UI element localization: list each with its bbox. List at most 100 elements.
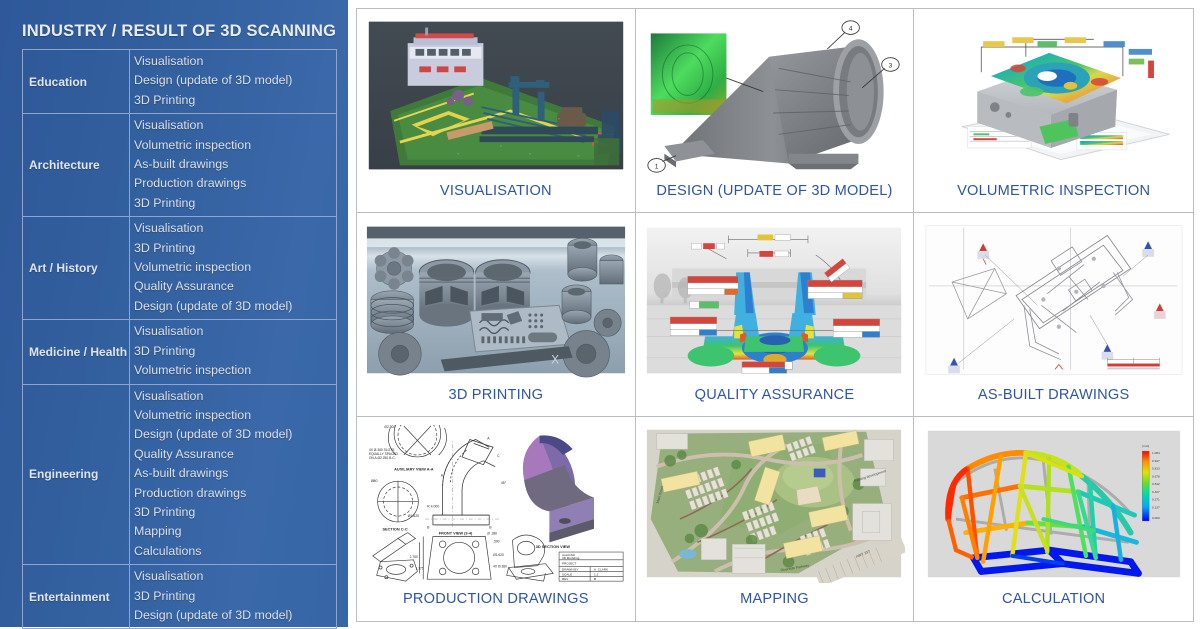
printed-parts-tray-photo: X [361,219,631,380]
svg-text:4X Ø.380: 4X Ø.380 [493,564,507,568]
result-item: Design (update of 3D model) [134,607,293,622]
gallery-caption: MAPPING [740,591,809,607]
table-body: Education Visualisation Design (update o… [22,48,337,629]
svg-text:[mm]: [mm] [1142,444,1149,448]
technical-drawing-elbow-flange: 4X Ø.380 SLOTS EQUALLY SPACED ON A Ø2.25… [361,423,631,584]
page-title: INDUSTRY / RESULT OF 3D SCANNING [22,22,337,40]
industry-results-cell: Visualisation Design (update of 3D model… [129,48,337,115]
table-row: Entertainment Visualisation 3D Printing … [22,564,337,629]
gallery-cell-as-built-drawings[interactable]: AS-BUILT DRAWINGS [914,213,1193,417]
result-item: Calculations [134,543,202,558]
gallery-cell-quality-assurance[interactable]: QUALITY ASSURANCE [635,213,915,417]
gallery-caption: QUALITY ASSURANCE [694,387,855,403]
industry-results-cell: Visualisation Volumetric inspection Desi… [129,383,337,566]
svg-text:1.375: 1.375 [415,566,423,570]
gallery-cell-3d-printing[interactable]: X 3D PRINTING [357,213,636,417]
svg-text:4: 4 [849,25,853,32]
svg-text:1: 1 [655,163,659,170]
cad-cone-model-with-callouts: 4 3 1 [640,15,910,176]
gallery-cell-visualisation[interactable]: VISUALISATION [357,9,636,213]
svg-text:45°: 45° [501,481,507,485]
gallery-caption: AS-BUILT DRAWINGS [977,387,1130,403]
svg-text:3D SECTION VIEW: 3D SECTION VIEW [536,544,571,549]
svg-text:REV: REV [562,577,569,581]
industry-results-cell: Visualisation 3D Printing Design (update… [129,564,337,629]
industry-sidebar: INDUSTRY / RESULT OF 3D SCANNING Educati… [0,0,348,629]
svg-text:R 4.000: R 4.000 [427,504,439,508]
gallery-cell-production-drawings[interactable]: 4X Ø.380 SLOTS EQUALLY SPACED ON A Ø2.25… [357,417,636,621]
gallery-cell-calculation[interactable]: [mm] 1.084 0.947 0.813 0.678 0.542 0.407 0.… [914,417,1193,621]
svg-text:0.000: 0.000 [1152,516,1160,520]
result-item: Visualisation [134,388,204,403]
result-item: Volumetric inspection [134,260,252,275]
svg-text:ON A Ø2.250 B.C.: ON A Ø2.250 B.C. [369,455,396,459]
svg-text:Ø1.620: Ø1.620 [408,514,419,518]
gallery-caption: CALCULATION [1002,591,1106,607]
gallery-cell-mapping[interactable]: Existing development HWY 237 Riverside P… [636,417,915,621]
result-item: Visualisation [134,54,204,68]
poster-root: INDUSTRY / RESULT OF 3D SCANNING Educati… [0,0,1200,629]
industry-category-cell: Entertainment [22,564,130,629]
svg-text:B: B [594,577,596,581]
table-row: Medicine / Health Visualisation 3D Print… [22,319,337,385]
result-item: Volumetric inspection [134,363,252,378]
gallery-cell-design[interactable]: 4 3 1 DESIGN (UPDATE OF 3D MODEL) [635,9,915,213]
result-item: Visualisation [134,324,204,339]
gallery-grid: VISUALISATION 4 3 1 DESIGN (UPDATE OF 3D… [356,8,1194,622]
result-item: Production drawings [134,176,247,191]
industry-results-cell: Visualisation Volumetric inspection As-b… [129,113,337,218]
result-item: Design (update of 3D model) [134,73,293,88]
svg-text:Ø1.620: Ø1.620 [493,552,504,556]
gallery-caption: DESIGN (UPDATE OF 3D MODEL) [656,183,893,199]
point-cloud-ship-deck-photo [361,15,631,176]
industry-category-cell: Engineering [22,383,130,566]
svg-text:A. CLARK: A. CLARK [594,567,609,571]
svg-text:0.137: 0.137 [1152,505,1160,509]
gallery-cell-volumetric-inspection[interactable]: VOLUMETRIC INSPECTION [914,9,1193,213]
result-item: Quality Assurance [134,446,234,461]
svg-text:0.407: 0.407 [1152,489,1160,493]
result-item: 3D Printing [134,240,196,255]
industry-category-cell: Architecture [22,113,130,218]
result-item: Design (update of 3D model) [134,298,293,313]
aerial-site-masterplan: Existing development HWY 237 Riverside P… [640,423,910,584]
result-item: Quality Assurance [134,279,234,294]
industry-category-cell: Art / History [22,216,130,321]
svg-text:X: X [551,353,559,366]
svg-text:Ø80: Ø80 [371,479,378,483]
table-row: Engineering Visualisation Volumetric ins… [22,383,337,566]
svg-text:Ø .380: Ø .380 [487,531,497,535]
svg-text:Ø2.500: Ø2.500 [384,425,395,429]
svg-text:0.271: 0.271 [1152,497,1160,501]
svg-text:1.084: 1.084 [1152,451,1160,455]
gallery-caption: PRODUCTION DRAWINGS [402,591,589,607]
result-item: Visualisation [134,569,204,584]
industry-results-cell: Visualisation 3D Printing Volumetric ins… [129,319,337,385]
svg-text:3D Modeling: 3D Modeling [562,556,580,560]
result-item: Production drawings [134,485,247,500]
result-item: 3D Printing [134,504,196,519]
industry-results-table: Education Visualisation Design (update o… [22,48,337,629]
svg-text:SECTION C-C: SECTION C-C [382,526,407,531]
svg-text:0.813: 0.813 [1152,466,1160,470]
result-item: 3D Printing [134,588,196,603]
result-item: Visualisation [134,221,204,236]
svg-text:2.750: 2.750 [409,554,417,558]
svg-text:0.542: 0.542 [1152,482,1160,486]
result-item: Volumetric inspection [134,137,252,152]
colormap-gearbox-housing-deviation [918,15,1189,176]
table-row: Education Visualisation Design (update o… [22,48,337,115]
svg-text:1:2: 1:2 [594,572,599,576]
table-row: Architecture Visualisation Volumetric in… [22,113,337,218]
svg-text:3: 3 [889,62,893,69]
result-item: Volumetric inspection [134,407,252,422]
svg-text:0.678: 0.678 [1152,474,1160,478]
gallery-panel: VISUALISATION 4 3 1 DESIGN (UPDATE OF 3D… [348,0,1200,627]
table-row: Art / History Visualisation 3D Printing … [22,216,337,321]
svg-text:PROJECT: PROJECT [562,561,577,565]
result-item: As-built drawings [134,157,229,172]
svg-text:.500: .500 [493,539,500,543]
result-item: Visualisation [134,118,204,133]
result-item: 3D Printing [134,195,196,210]
result-item: 3D Printing [134,92,196,107]
